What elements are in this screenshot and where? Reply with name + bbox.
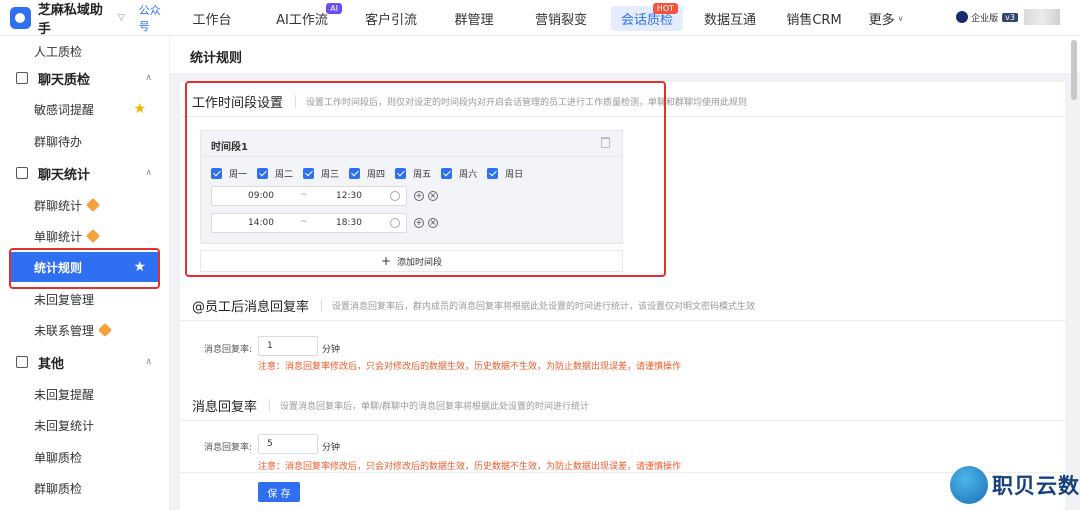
sidebar-item-label: 群聊待办 xyxy=(34,134,83,149)
nav-label: 客户引流 xyxy=(364,12,417,28)
nav-label: 工作台 xyxy=(192,12,232,28)
nav-item-marketing[interactable]: 营销裂变 xyxy=(516,0,606,36)
sidebar-group-label: 聊天统计 xyxy=(38,167,91,183)
brand-name: 芝麻私域助手 xyxy=(37,3,103,37)
brand-logo-icon xyxy=(10,7,31,29)
hot-badge: HOT xyxy=(652,3,678,14)
sidebar-item-label: 未回复统计 xyxy=(34,418,95,433)
sidebar-group-chat-stats[interactable]: 聊天统计 ∧ xyxy=(0,158,170,188)
sidebar-group-chat-qc[interactable]: 聊天质检 ∧ xyxy=(0,63,170,93)
sidebar-item-label: 群聊质检 xyxy=(34,481,83,496)
sidebar-group-label: 其他 xyxy=(38,356,65,372)
enterprise-icon xyxy=(956,11,969,23)
premium-diamond-icon xyxy=(85,197,101,213)
version-badge: v3 xyxy=(1002,12,1018,22)
main-nav: 工作台 AI工作流 AI 客户引流 群管理 营销裂变 会话质检 HOT 数据互通 销… xyxy=(170,0,916,36)
save-button[interactable]: 保 存 xyxy=(258,482,300,502)
section-title: @员工后消息回复率 xyxy=(192,300,310,315)
msg-reply-minutes-input[interactable]: 5 xyxy=(258,434,318,454)
sidebar-item-label: 人工质检 xyxy=(34,44,83,59)
staff-reply-minutes-input[interactable]: 1 xyxy=(258,336,318,356)
highlight-annotation xyxy=(185,81,666,277)
nav-item-session-qc[interactable]: 会话质检 HOT xyxy=(606,0,688,36)
globe-logo-icon xyxy=(950,466,988,504)
chevron-up-icon: ∧ xyxy=(145,168,152,178)
nav-label: 数据互通 xyxy=(703,12,756,28)
star-icon[interactable]: ★ xyxy=(133,101,146,117)
sidebar-item-group-stats[interactable]: 群聊统计 xyxy=(10,190,160,220)
highlight-annotation xyxy=(9,248,160,289)
chevron-down-icon: ∨ xyxy=(897,13,904,23)
sidebar-item-label: 敏感词提醒 xyxy=(34,102,95,117)
sidebar-item-label: 未回复管理 xyxy=(34,292,95,307)
nav-item-workbench[interactable]: 工作台 xyxy=(170,0,254,36)
sidebar-item-unreplied-reminder[interactable]: 未回复提醒 xyxy=(10,379,160,409)
reply-rate-label: 消息回复率: xyxy=(204,345,253,355)
warning-text: 注意：消息回复率修改后，只会对修改后的数据生效，历史数据不生效，为防止数据出现误… xyxy=(258,362,682,372)
nav-item-customer-acquisition[interactable]: 客户引流 xyxy=(350,0,432,36)
nav-label: 营销裂变 xyxy=(534,12,587,28)
scan-icon xyxy=(16,72,28,84)
sidebar-item-unreplied-stats[interactable]: 未回复统计 xyxy=(10,410,160,440)
chevron-up-icon: ∧ xyxy=(145,73,152,83)
sidebar-item-group-todo[interactable]: 群聊待办 xyxy=(10,126,160,156)
page-header: 统计规则 xyxy=(170,36,1080,74)
watermark-text: 职贝云数 xyxy=(992,474,1080,498)
unit-label: 分钟 xyxy=(322,443,341,453)
nav-label: 更多 xyxy=(868,12,895,28)
nav-label: AI工作流 xyxy=(276,12,328,28)
sidebar-item-label: 单聊统计 xyxy=(34,229,83,244)
nav-label: 销售CRM xyxy=(786,12,842,28)
msg-reply-header: 消息回复率 设置消息回复率后，单聊/群聊中的消息回复率将根据此处设置的时间进行统… xyxy=(192,396,589,415)
nav-item-data-sync[interactable]: 数据互通 xyxy=(688,0,772,36)
scan-icon xyxy=(16,356,28,368)
sidebar-group-other[interactable]: 其他 ∧ xyxy=(0,347,170,377)
divider xyxy=(180,320,1065,321)
top-nav-bar: 芝麻私域助手 ▽ 公众号 工作台 AI工作流 AI 客户引流 群管理 营销裂变 会… xyxy=(0,0,1080,37)
staff-reply-header: @员工后消息回复率 设置消息回复率后，群内成员的消息回复率将根据此处设置的时间进… xyxy=(192,296,755,315)
unit-label: 分钟 xyxy=(322,345,341,355)
warning-text: 注意：消息回复率修改后，只会对修改后的数据生效，历史数据不生效，为防止数据出现误… xyxy=(258,462,682,472)
chevron-down-icon[interactable]: ▽ xyxy=(118,13,125,23)
chart-icon xyxy=(16,167,28,179)
sidebar-item-label: 未回复提醒 xyxy=(34,387,95,402)
sidebar-item-group-qc[interactable]: 群聊质检 xyxy=(10,473,160,503)
sidebar-group-label: 聊天质检 xyxy=(38,72,91,88)
brand[interactable]: 芝麻私域助手 ▽ 公众号 xyxy=(0,0,170,37)
scrollbar[interactable] xyxy=(1071,40,1077,100)
sidebar-item-sensitive-words[interactable]: 敏感词提醒 ★ xyxy=(10,94,160,124)
account-type-tag[interactable]: 公众号 xyxy=(139,2,170,34)
reply-rate-label: 消息回复率: xyxy=(204,443,253,453)
ai-badge: AI xyxy=(326,3,342,14)
nav-item-ai-workflow[interactable]: AI工作流 AI xyxy=(254,0,350,36)
divider xyxy=(180,420,1065,421)
nav-label: 群管理 xyxy=(454,12,494,28)
sidebar-item-label: 未联系管理 xyxy=(34,323,95,338)
premium-diamond-icon xyxy=(85,228,101,244)
avatar[interactable] xyxy=(1024,9,1060,25)
enterprise-label: 企业版 xyxy=(971,13,999,24)
chevron-up-icon: ∧ xyxy=(145,357,152,367)
watermark: 职贝云数 xyxy=(950,466,1080,504)
section-desc: 设置消息回复率后，单聊/群聊中的消息回复率将根据此处设置的时间进行统计 xyxy=(269,399,589,412)
nav-item-more[interactable]: 更多 ∨ xyxy=(856,0,916,36)
section-desc: 设置消息回复率后，群内成员的消息回复率将根据此处设置的时间进行统计，该设置仅对明… xyxy=(321,299,755,312)
premium-diamond-icon xyxy=(97,322,113,338)
sidebar-item-single-stats[interactable]: 单聊统计 xyxy=(10,221,160,251)
sidebar-item-label: 单聊质检 xyxy=(34,450,83,465)
sidebar-item-uncontacted-mgmt[interactable]: 未联系管理 xyxy=(10,315,160,345)
section-title: 消息回复率 xyxy=(192,400,258,415)
sidebar-item-label: 群聊统计 xyxy=(34,198,83,213)
sidebar-item-single-qc[interactable]: 单聊质检 xyxy=(10,442,160,472)
save-bar: 保 存 xyxy=(180,472,1065,510)
user-area[interactable]: 企业版 v3 xyxy=(956,9,1060,25)
sidebar-item-manual-qc[interactable]: 人工质检 xyxy=(10,36,160,66)
page-title: 统计规则 xyxy=(190,51,243,66)
nav-item-sales-crm[interactable]: 销售CRM xyxy=(772,0,856,36)
nav-item-group-management[interactable]: 群管理 xyxy=(432,0,516,36)
